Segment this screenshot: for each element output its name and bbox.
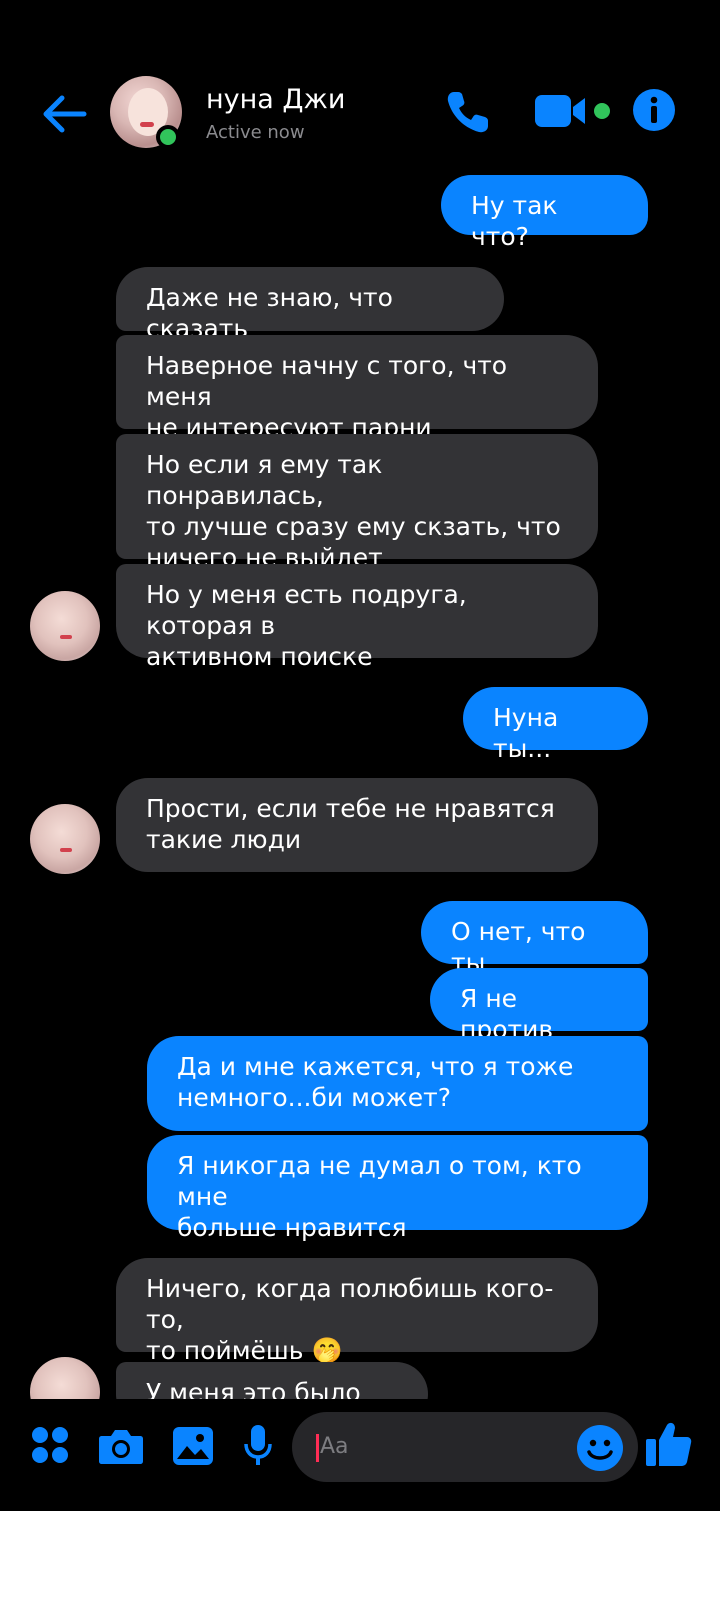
system-nav-area xyxy=(0,1511,720,1600)
online-indicator xyxy=(156,125,180,149)
message-bubble-received[interactable]: Но у меня есть подруга, которая в активн… xyxy=(116,564,598,671)
video-active-dot xyxy=(594,103,610,119)
thumbs-up-icon[interactable] xyxy=(645,1420,693,1468)
message-bubble-received[interactable]: Наверное начну с того, что меня не интер… xyxy=(116,335,598,442)
microphone-icon[interactable] xyxy=(243,1424,273,1468)
contact-avatar-small[interactable] xyxy=(30,591,100,661)
message-bubble-received[interactable]: Прости, если тебе не нравятся такие люди xyxy=(116,778,598,872)
contact-name[interactable]: нуна Джи xyxy=(206,84,345,115)
info-icon[interactable] xyxy=(632,88,676,132)
message-bubble-sent[interactable]: О нет, что ты xyxy=(421,901,648,977)
contact-status: Active now xyxy=(206,122,305,143)
message-bubble-received[interactable]: Даже не знаю, что сказать xyxy=(116,267,504,343)
message-bubble-received[interactable]: Но если я ему так понравилась, то лучше … xyxy=(116,434,598,572)
message-composer: Aa xyxy=(0,1399,720,1511)
contact-avatar-small[interactable] xyxy=(30,1357,100,1399)
contact-avatar-small[interactable] xyxy=(30,804,100,874)
message-bubble-sent[interactable]: Я не против xyxy=(430,968,648,1044)
image-gallery-icon[interactable] xyxy=(172,1426,214,1466)
text-cursor xyxy=(316,1434,319,1462)
camera-icon[interactable] xyxy=(98,1426,144,1466)
phone-icon[interactable] xyxy=(444,88,492,136)
message-list[interactable]: Ну так что? Даже не знаю, что сказать На… xyxy=(0,175,720,1399)
four-dots-menu-icon[interactable] xyxy=(30,1425,70,1465)
message-bubble-sent[interactable]: Нуна ты... xyxy=(463,687,648,763)
message-input-placeholder: Aa xyxy=(320,1434,349,1459)
message-bubble-sent[interactable]: Я никогда не думал о том, кто мне больше… xyxy=(147,1135,648,1242)
message-bubble-sent[interactable]: Да и мне кажется, что я тоже немного...б… xyxy=(147,1036,648,1131)
smiley-icon[interactable] xyxy=(576,1424,624,1472)
message-input[interactable]: Aa xyxy=(292,1412,638,1482)
message-bubble-sent[interactable]: Ну так что? xyxy=(441,175,648,251)
video-camera-icon[interactable] xyxy=(535,92,595,130)
message-bubble-received[interactable]: У меня это было так xyxy=(116,1362,428,1399)
message-bubble-received[interactable]: Ничего, когда полюбишь кого-то, то поймё… xyxy=(116,1258,598,1365)
arrow-left-icon[interactable] xyxy=(38,88,90,140)
chat-header: нуна Джи Active now xyxy=(0,0,720,175)
